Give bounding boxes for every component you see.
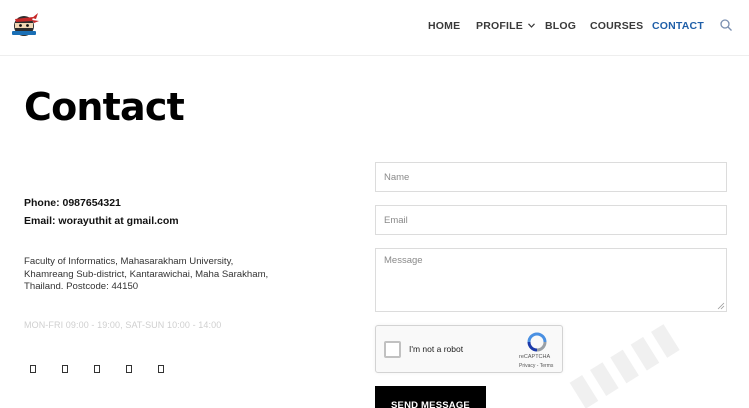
opening-hours: MON-FRI 09:00 - 19:00, SAT-SUN 10:00 - 1… <box>24 320 222 330</box>
recaptcha-logo-icon <box>527 332 547 352</box>
social-icon-1[interactable] <box>27 363 39 375</box>
social-icon-4[interactable] <box>123 363 135 375</box>
recaptcha-label: I'm not a robot <box>409 344 464 354</box>
name-input[interactable] <box>375 162 727 192</box>
page-title: Contact <box>24 85 185 129</box>
address-line: Khamreang Sub-district, Kantarawichai, M… <box>24 268 269 280</box>
address-line: Thailand. Postcode: 44150 <box>24 281 139 292</box>
resize-handle-icon[interactable] <box>717 302 725 310</box>
nav-profile-label: PROFILE <box>476 20 523 32</box>
main-nav: HOME PROFILE BLOG COURSES CONTACT <box>0 20 749 34</box>
send-message-button[interactable]: SEND MESSAGE <box>375 386 486 408</box>
site-header: HOME PROFILE BLOG COURSES CONTACT <box>0 0 749 56</box>
watermark-mark: ▮▮▮▮▮ <box>561 312 688 408</box>
email-input[interactable] <box>375 205 727 235</box>
email-text: Email: worayuthit at gmail.com <box>24 215 179 227</box>
nav-courses[interactable]: COURSES <box>590 20 643 32</box>
address-line: Faculty of Informatics, Mahasarakham Uni… <box>24 256 234 267</box>
nav-home[interactable]: HOME <box>428 20 460 32</box>
search-icon[interactable] <box>719 18 733 32</box>
social-links <box>27 363 187 377</box>
message-input[interactable] <box>375 248 727 312</box>
chevron-down-icon <box>527 23 535 28</box>
address-text: Faculty of Informatics, Mahasarakham Uni… <box>24 256 304 294</box>
nav-contact[interactable]: CONTACT <box>652 20 704 32</box>
recaptcha-brand: reCAPTCHA <box>519 354 551 360</box>
nav-profile[interactable]: PROFILE <box>476 20 535 32</box>
social-icon-2[interactable] <box>59 363 71 375</box>
recaptcha-checkbox[interactable] <box>384 341 401 358</box>
nav-blog[interactable]: BLOG <box>545 20 576 32</box>
phone-text: Phone: 0987654321 <box>24 197 121 209</box>
social-icon-3[interactable] <box>91 363 103 375</box>
recaptcha-widget: I'm not a robot reCAPTCHA Privacy - Term… <box>375 325 563 373</box>
social-icon-5[interactable] <box>155 363 167 375</box>
recaptcha-links[interactable]: Privacy - Terms <box>519 363 553 369</box>
